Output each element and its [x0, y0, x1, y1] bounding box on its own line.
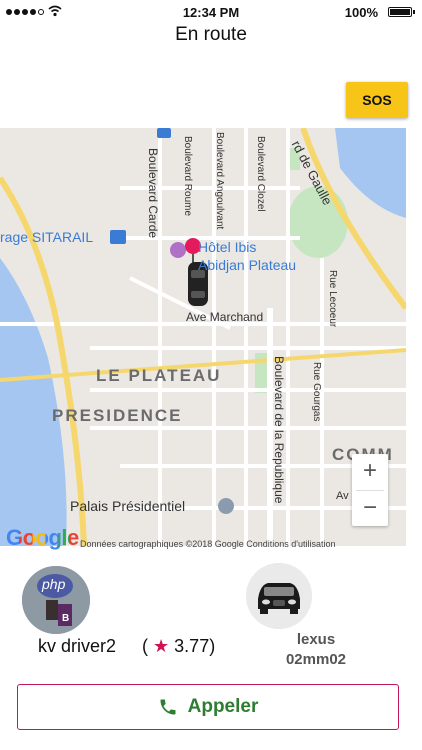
map-label-bd-republique: Boulevard de la Republique	[272, 356, 286, 504]
map-label-av: Av	[336, 490, 349, 502]
driver-avatar: B php	[22, 566, 90, 634]
map-label-hotel-2: Abidjan Plateau	[198, 257, 297, 273]
vehicle-plate: 02mm02	[285, 651, 347, 668]
avatar-php-text: php	[42, 576, 66, 592]
google-logo: Google	[6, 525, 79, 550]
map-attribution[interactable]: Données cartographiques ©2018 Google Con…	[80, 539, 336, 549]
vehicle-model: lexus	[296, 631, 336, 648]
rating-prefix: (	[142, 636, 148, 656]
map-label-rue-lecoeur: Rue Lecoeur	[327, 270, 338, 328]
map-label-bd-carde: Boulevard Carde	[146, 148, 160, 239]
rating-value: 3.77)	[174, 636, 216, 656]
map-label-presidence: PRESIDENCE	[52, 406, 183, 425]
phone-icon	[160, 699, 176, 715]
map-label-hotel-1: Hôtel Ibis	[198, 239, 257, 255]
vehicle-photo	[246, 563, 312, 629]
map-label-palais: Palais Présidentiel	[70, 498, 186, 514]
call-label: Appeler	[187, 696, 259, 717]
driver-rating: ( ★ 3.77)	[142, 636, 215, 657]
map-label-rue-gourgas: Rue Gourgas	[311, 362, 322, 422]
map-label-bd-roume: Boulevard Roume	[182, 136, 193, 217]
zoom-out-button[interactable]: −	[352, 491, 388, 527]
zoom-in-button[interactable]: +	[352, 454, 388, 490]
map-label-le-plateau: LE PLATEAU	[96, 366, 222, 385]
map-label-bd-angoulvant: Boulevard Angoulvant	[214, 132, 225, 230]
status-bar: 12:34 PM 100%	[0, 0, 422, 26]
star-icon: ★	[153, 636, 170, 656]
driver-name: kv driver2	[38, 636, 117, 656]
call-button[interactable]: Appeler	[17, 684, 399, 730]
sos-button[interactable]: SOS	[346, 82, 408, 118]
car-front-icon	[246, 563, 312, 629]
scroll-track	[406, 128, 422, 546]
map-label-sitarail: rage SITARAIL	[0, 229, 94, 245]
map-view[interactable]: Boulevard Carde Boulevard Roume Boulevar…	[0, 128, 406, 546]
map-label-ave-marchand: Ave Marchand	[186, 310, 264, 324]
battery-icon	[388, 7, 415, 17]
map-label-bd-clozel: Boulevard Clozel	[255, 136, 266, 212]
battery-percent: 100%	[344, 5, 378, 20]
zoom-controls: + −	[352, 454, 388, 526]
page-title: En route	[175, 24, 247, 45]
svg-text:B: B	[62, 613, 69, 624]
